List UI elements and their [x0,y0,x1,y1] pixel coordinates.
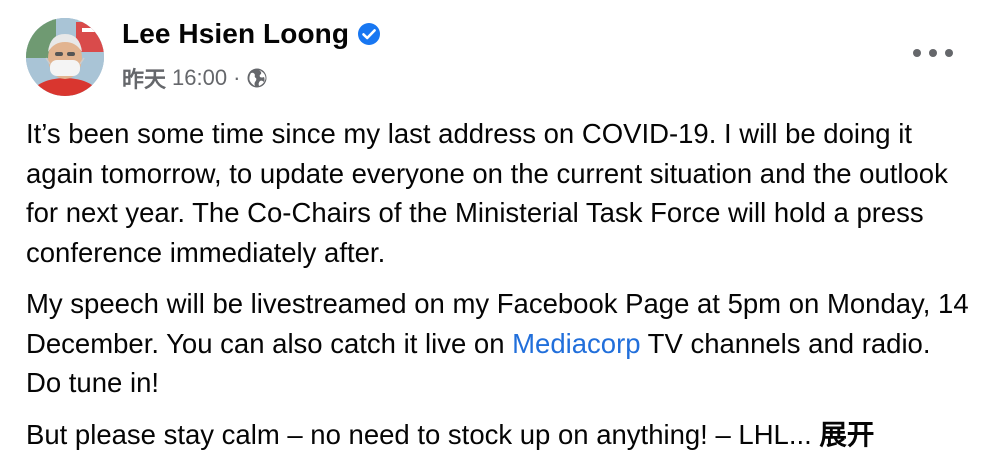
post-paragraph-2: My speech will be livestreamed on my Fac… [26,284,971,403]
globe-icon[interactable] [246,67,268,89]
paragraph-3-text: But please stay calm – no need to stock … [26,418,812,450]
post-paragraph-1: It’s been some time since my last addres… [26,118,948,268]
post-date[interactable]: 昨天 [122,62,166,94]
post-time[interactable]: 16:00 [172,65,227,91]
verified-badge-icon [357,22,381,46]
more-options-icon [913,49,921,57]
author-name[interactable]: Lee Hsien Loong [122,18,349,50]
post-body: It’s been some time since my last addres… [26,114,971,454]
more-options-icon-dot [945,49,953,57]
author-row: Lee Hsien Loong [122,18,381,50]
author-avatar[interactable] [26,18,104,96]
see-more-button[interactable]: 展开 [819,419,874,450]
facebook-post: Lee Hsien Loong 昨天 16:00 · It’s been som… [0,0,995,469]
more-options-button[interactable] [913,40,953,66]
post-paragraph-3: But please stay calm – no need to stock … [26,415,971,455]
more-options-icon-dot [929,49,937,57]
meta-separator: · [233,65,241,90]
mediacorp-link[interactable]: Mediacorp [512,328,640,359]
avatar-photo [26,18,104,96]
post-meta: 昨天 16:00 · [122,62,268,94]
